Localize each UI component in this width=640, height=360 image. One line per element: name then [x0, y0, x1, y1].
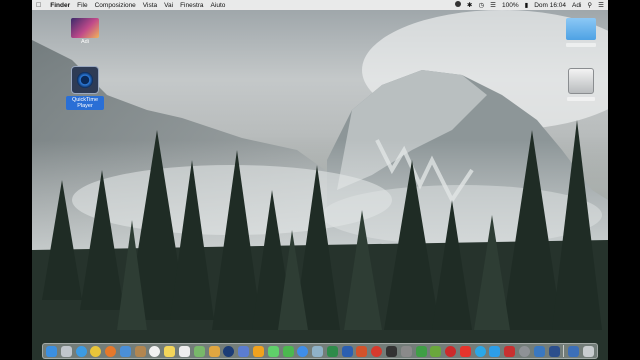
bluetooth-icon[interactable]: ✱ [467, 1, 472, 9]
twitter-icon[interactable] [489, 345, 501, 357]
quicktime-dock-icon[interactable] [548, 345, 560, 357]
photos-icon[interactable] [208, 345, 220, 357]
menu-file[interactable]: File [77, 2, 87, 9]
flash-icon[interactable] [504, 345, 516, 357]
maps-icon[interactable] [193, 345, 205, 357]
finder-icon[interactable] [46, 345, 57, 357]
desktop-icon-label: QuickTime Player [66, 96, 104, 110]
photoshop-icon[interactable] [223, 345, 235, 357]
quicktime-icon [71, 66, 99, 94]
word-icon[interactable] [341, 345, 353, 357]
safari-icon[interactable] [75, 345, 87, 357]
vuze-icon[interactable] [415, 345, 427, 357]
reminders-icon[interactable] [179, 345, 191, 357]
opera-icon[interactable] [445, 345, 457, 357]
excel-icon[interactable] [326, 345, 338, 357]
chrome-icon[interactable] [90, 345, 102, 357]
trash-icon[interactable] [582, 345, 594, 357]
wifi-icon[interactable]: ☰ [490, 1, 496, 9]
mail-icon[interactable] [119, 345, 131, 357]
powerpoint-icon[interactable] [356, 345, 368, 357]
menu-bar:  Finder File Composizione Vista Vai Fin… [32, 0, 608, 10]
desktop-folder[interactable] [564, 18, 598, 47]
folder-label-blurred [566, 43, 596, 47]
dock [42, 343, 598, 359]
messages-icon[interactable] [267, 345, 279, 357]
itunes-icon[interactable] [238, 345, 250, 357]
desktop:  Finder File Composizione Vista Vai Fin… [32, 0, 608, 360]
calendar-icon[interactable] [149, 345, 161, 357]
firefox-icon[interactable] [105, 345, 117, 357]
dock-separator [563, 345, 565, 357]
status-icon-1[interactable] [455, 1, 462, 9]
battery-icon[interactable]: ▮ [525, 1, 529, 9]
folder-icon [566, 18, 596, 40]
hard-drive-icon [568, 68, 594, 94]
activity-monitor-icon[interactable] [533, 345, 545, 357]
menu-vista[interactable]: Vista [143, 2, 157, 9]
user-folder-icon [71, 18, 99, 38]
contacts-icon[interactable] [134, 345, 146, 357]
system-preferences-icon[interactable] [519, 345, 530, 357]
spotlight-icon[interactable]: ⚲ [587, 1, 592, 9]
downloads-stack-icon[interactable] [568, 345, 580, 357]
desktop-icon-label: Adi [81, 39, 89, 45]
facetime-icon[interactable] [282, 345, 294, 357]
youtube-icon[interactable] [459, 345, 471, 357]
preview-icon[interactable] [312, 345, 324, 357]
menu-app-finder[interactable]: Finder [50, 2, 70, 9]
notes-icon[interactable] [164, 345, 176, 357]
notification-center-icon[interactable]: ☰ [598, 1, 604, 9]
menu-composizione[interactable]: Composizione [95, 2, 136, 9]
menu-aiuto[interactable]: Aiuto [211, 2, 226, 9]
wallpaper-yosemite [32, 10, 608, 360]
desktop-icon-quicktime[interactable]: QuickTime Player [66, 66, 104, 110]
battery-text[interactable]: 100% [502, 2, 519, 9]
terminal-icon[interactable] [385, 345, 397, 357]
app-store-icon[interactable] [297, 345, 309, 357]
clock[interactable]: Dom 16:04 [534, 2, 566, 9]
menu-finestra[interactable]: Finestra [180, 2, 203, 9]
camera-icon[interactable] [400, 345, 412, 357]
apple-menu-icon[interactable]:  [36, 2, 41, 9]
utorrent-icon[interactable] [430, 345, 442, 357]
launchpad-icon[interactable] [60, 345, 72, 357]
vlc-icon[interactable] [252, 345, 264, 357]
timemachine-icon[interactable]: ◷ [479, 1, 485, 9]
desktop-icon-adi[interactable]: Adi [68, 18, 102, 46]
acrobat-icon[interactable] [371, 345, 383, 357]
hard-drive-label-blurred [567, 97, 595, 101]
skype-icon[interactable] [474, 345, 486, 357]
desktop-hard-drive[interactable] [564, 68, 598, 101]
user-menu[interactable]: Adi [572, 2, 581, 9]
menu-vai[interactable]: Vai [164, 2, 173, 9]
